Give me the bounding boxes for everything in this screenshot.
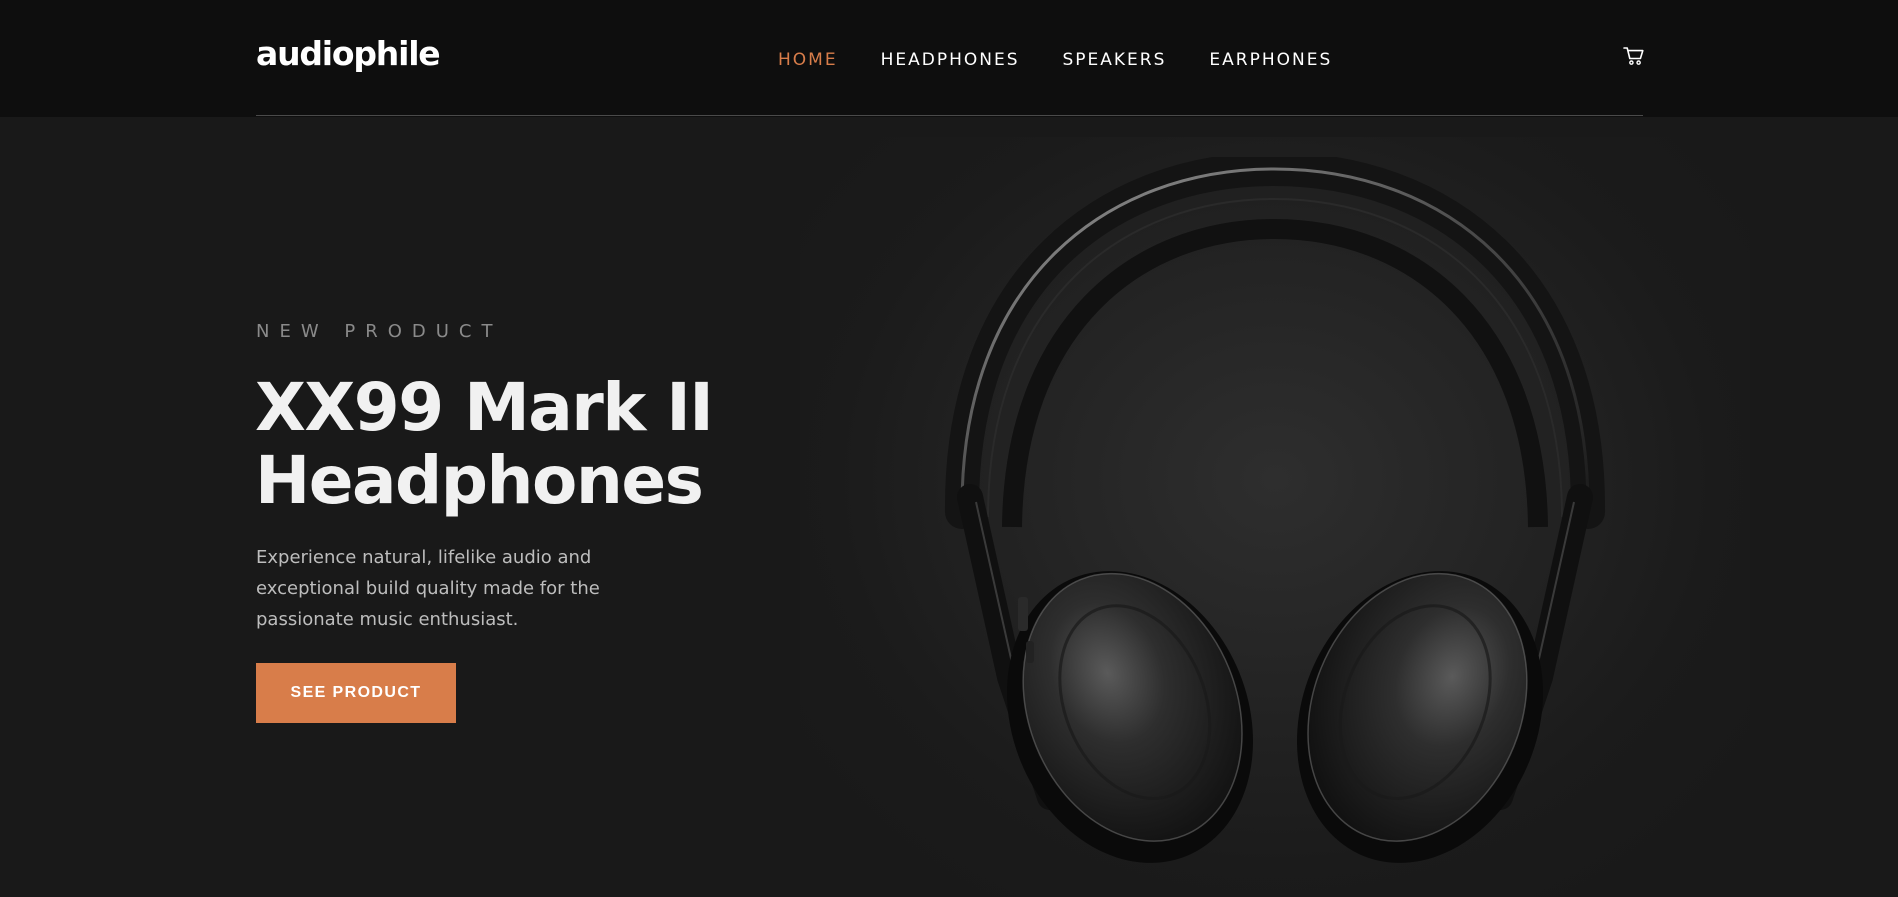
hero-title-line1: XX99 Mark II bbox=[255, 369, 714, 446]
headphones-image bbox=[944, 157, 1606, 863]
main-nav: HOME HEADPHONES SPEAKERS EARPHONES bbox=[778, 48, 1332, 72]
nav-link-headphones[interactable]: HEADPHONES bbox=[881, 48, 1020, 72]
hero-overline: NEW PRODUCT bbox=[256, 321, 503, 342]
logo[interactable]: audiophile bbox=[256, 34, 441, 74]
cart-button[interactable] bbox=[1623, 45, 1645, 67]
header-container: audiophile HOME HEADPHONES SPEAKERS EARP… bbox=[256, 0, 1645, 117]
site-header: audiophile HOME HEADPHONES SPEAKERS EARP… bbox=[0, 0, 1898, 117]
nav-link-home[interactable]: HOME bbox=[778, 48, 838, 72]
hero-section: NEW PRODUCT XX99 Mark II Headphones Expe… bbox=[0, 117, 1898, 897]
see-product-button[interactable]: SEE PRODUCT bbox=[256, 663, 456, 723]
nav-link-earphones[interactable]: EARPHONES bbox=[1209, 48, 1332, 72]
cart-icon bbox=[1623, 47, 1644, 65]
hero-title: XX99 Mark II Headphones bbox=[255, 371, 815, 517]
nav-link-speakers[interactable]: SPEAKERS bbox=[1063, 48, 1167, 72]
header-divider bbox=[256, 115, 1643, 116]
hero-title-line2: Headphones bbox=[255, 442, 704, 519]
hero-description: Experience natural, lifelike audio and e… bbox=[256, 547, 600, 630]
